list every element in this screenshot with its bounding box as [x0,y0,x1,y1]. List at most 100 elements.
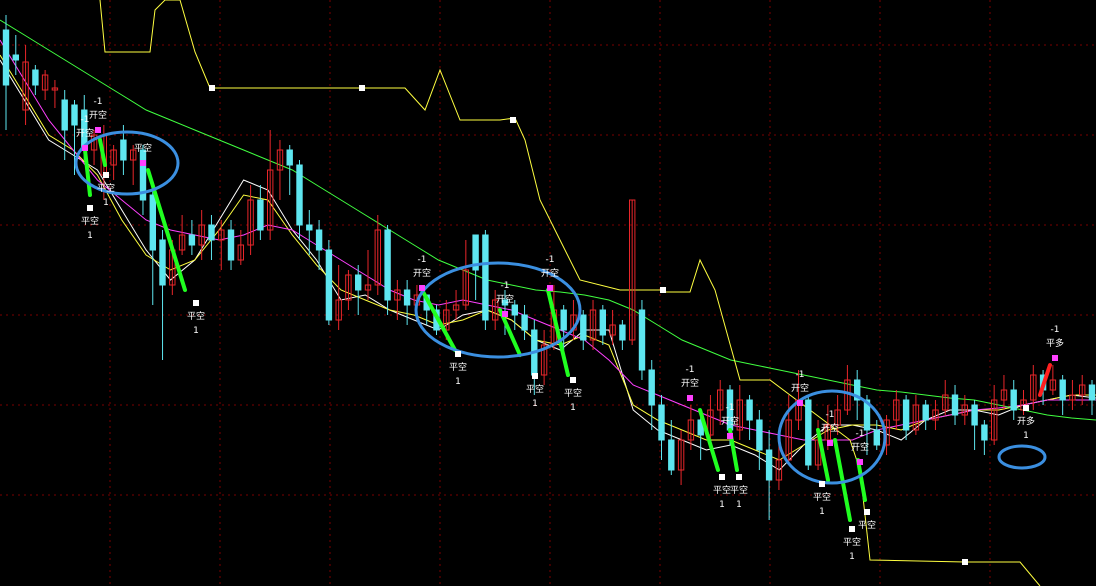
candle-body [511,304,518,316]
short-stroke [856,458,867,502]
signal-label: 平多 [1046,337,1064,349]
signal-label: 平空 [97,182,115,194]
signal-marker [849,526,855,532]
signal-close [359,85,365,91]
signal-qty: -1 [856,429,865,439]
candle-body [315,229,323,251]
signal-qty: -1 [796,370,805,380]
signal-close [209,85,215,91]
candle-body [951,394,959,416]
candle-body [902,399,910,431]
signal-marker [82,145,88,151]
candle-body [403,289,411,306]
candle-body [599,309,606,336]
signal-close: 平空 [858,509,876,531]
signal-qty: -1 [726,403,735,413]
signal-close: 平空 1 [713,474,731,510]
signal-label: 平空 [713,484,731,496]
signal-label: 平空 [730,484,748,496]
signal-qty: 1 [1023,431,1029,441]
signal-label: 开空 [413,267,431,279]
signal-marker [1052,355,1058,361]
signal-label: 平空 [81,215,99,227]
signal-marker [140,160,146,166]
candle-body [619,324,626,341]
signal-close: 平空 1 [843,526,861,562]
candle-body [2,29,10,86]
signal-marker [532,373,538,379]
candle-body [560,309,567,331]
candle-body [648,369,655,406]
candle-body [1010,389,1017,411]
signal-long_entry: -1 平多 [1046,325,1064,361]
signal-qty: 1 [719,500,725,510]
candle-body [12,54,20,61]
signal-marker [209,85,215,91]
signal-qty: -1 [418,255,427,265]
signal-marker [857,459,863,465]
signal-marker [827,440,833,446]
signal-marker [1023,405,1029,411]
signal-qty: 1 [819,507,825,517]
candle-body [188,234,196,246]
signal-qty: -1 [546,255,555,265]
candle-body [61,99,68,131]
signal-marker [819,481,825,487]
candle-body [325,249,333,321]
signal-marker [962,559,968,565]
candle-body [756,419,763,451]
signal-qty: 1 [193,326,199,336]
candle-body [71,104,78,126]
signal-short_entry: -1 开空 [721,403,739,439]
candle-body [32,69,39,86]
candle-body [120,139,127,161]
signal-label: 开空 [541,267,559,279]
candle-body [1059,379,1066,401]
signal-marker [660,287,666,293]
highlight-circle [997,444,1047,470]
signal-qty: 1 [87,231,93,241]
signal-label: 平空 [134,142,152,154]
signal-label: 平空 [449,361,467,373]
signal-qty: 1 [532,399,538,409]
signal-qty: -1 [1051,325,1060,335]
signal-qty: 1 [570,403,576,413]
candlestick-chart: -1开空-1开空平空平空1平空1平空1-1开空-1开空-1开空平空1平空1平空1… [0,0,1096,586]
signal-marker [359,85,365,91]
signal-close: 平空 1 [81,205,99,241]
trade-signals: -1开空-1开空平空平空1平空1平空1-1开空-1开空-1开空平空1平空1平空1… [76,85,1064,565]
signal-marker [419,285,425,291]
candle-body [482,234,489,321]
signal-label: 开空 [496,293,514,305]
signal-marker [719,474,725,480]
signal-close [510,117,516,123]
signal-qty: -1 [81,115,90,125]
signal-marker [87,205,93,211]
signal-close: 平空 1 [187,300,205,336]
signal-marker [570,377,576,383]
candle-body [873,429,880,446]
candle-body [355,274,362,291]
signal-label: 开空 [791,382,809,394]
signal-label: 平空 [858,519,876,531]
signal-close: 平空 1 [730,474,748,510]
signal-label: 平空 [187,310,205,322]
signal-marker [736,474,742,480]
signal-marker [103,172,109,178]
candle-body [805,399,812,466]
signal-close [962,559,968,565]
candle-body [580,314,587,341]
signal-qty: 1 [849,552,855,562]
signal-label: 平空 [564,387,582,399]
signal-marker [727,433,733,439]
signal-qty: 1 [455,377,461,387]
signal-label: 开空 [89,109,107,121]
highlight-circle [777,389,887,485]
signal-label: 开空 [851,441,869,453]
candle-body [257,199,264,231]
signal-qty: -1 [686,365,695,375]
signal-qty: 1 [103,198,109,208]
signal-marker [502,311,508,317]
signal-marker [687,395,693,401]
candle-body [149,194,157,251]
